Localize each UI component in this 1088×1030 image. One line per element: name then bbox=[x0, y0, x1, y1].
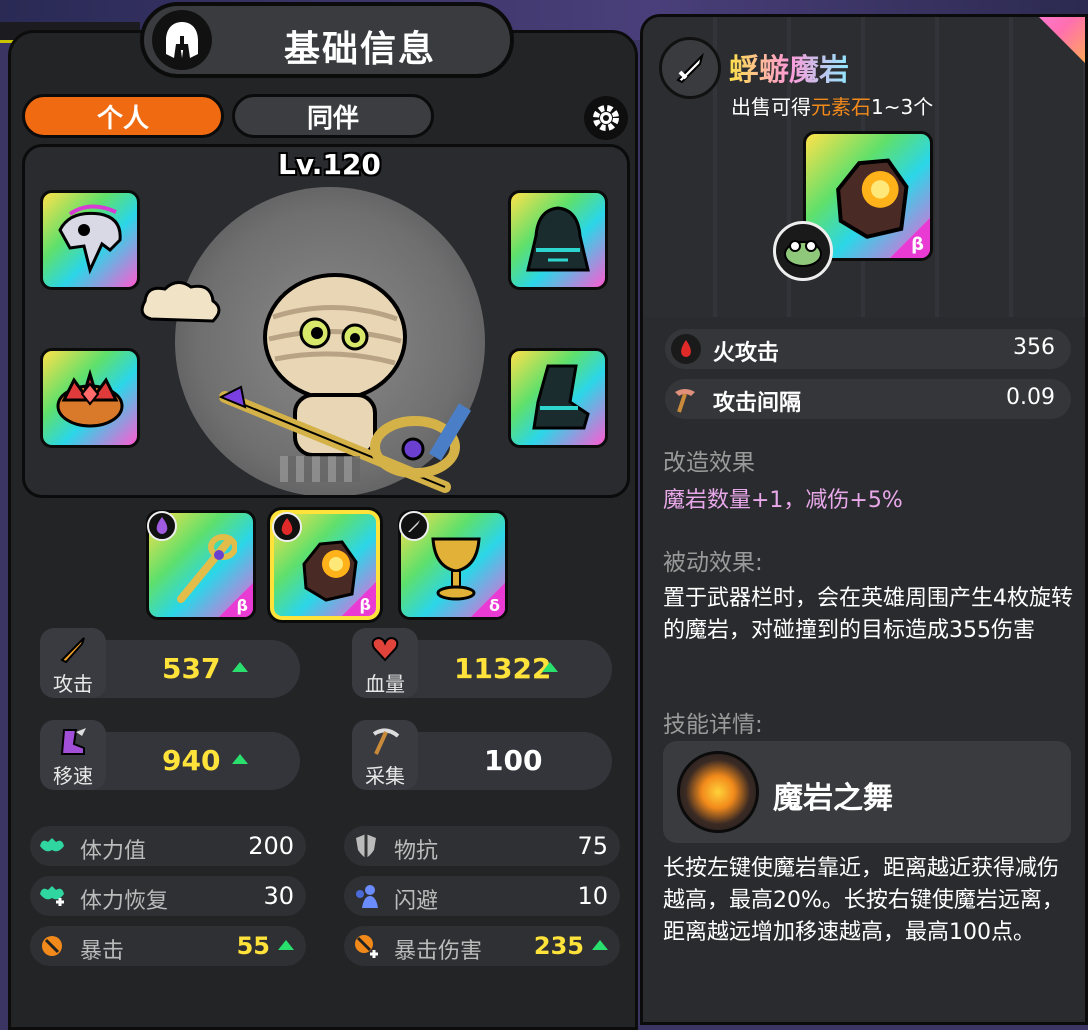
helmet-icon bbox=[152, 10, 212, 70]
sell-info: 出售可得元素石1~3个 bbox=[731, 95, 934, 119]
equip-slot-armor[interactable] bbox=[508, 190, 608, 290]
attr-value: 0.09 bbox=[1006, 385, 1055, 410]
stat-value: 537 bbox=[162, 652, 221, 685]
stat-value: 11322 bbox=[454, 652, 552, 685]
skill-name: 魔岩之舞 bbox=[773, 781, 893, 816]
boot-icon bbox=[532, 364, 590, 430]
increase-arrow-icon bbox=[278, 940, 294, 950]
increase-arrow-icon bbox=[232, 754, 248, 764]
shield-icon bbox=[356, 834, 376, 858]
magma-rock-icon bbox=[302, 540, 358, 602]
sword-icon bbox=[60, 637, 85, 664]
stat-value: 940 bbox=[162, 744, 221, 777]
item-name: 蜉蝣魔岩 bbox=[729, 45, 849, 89]
hammer-icon bbox=[671, 384, 701, 414]
increase-arrow-icon bbox=[232, 662, 248, 672]
stat-crit: 暴击 55 bbox=[30, 926, 306, 966]
stat-stamina: 体力值 200 bbox=[30, 826, 306, 866]
panel-title-bar: 基础信息 bbox=[140, 2, 514, 78]
crit-damage-icon bbox=[355, 935, 378, 958]
magma-dance-skill-icon bbox=[677, 751, 759, 833]
equip-slot-helmet[interactable] bbox=[40, 190, 140, 290]
increase-arrow-icon bbox=[542, 662, 558, 672]
stat-label: 采集 bbox=[365, 764, 405, 788]
attr-attack-interval: 攻击间隔 0.09 bbox=[665, 379, 1071, 419]
skill-card[interactable]: 魔岩之舞 bbox=[663, 741, 1071, 843]
crown-icon bbox=[56, 368, 124, 428]
stat-label: 体力值 bbox=[80, 839, 147, 864]
fire-drop-icon bbox=[671, 334, 701, 364]
stat-value: 30 bbox=[263, 882, 294, 910]
stat-value: 200 bbox=[248, 832, 294, 860]
tab-partner[interactable]: 同伴 bbox=[232, 94, 434, 138]
passive-effect-heading: 被动效果: bbox=[663, 550, 763, 576]
pickaxe-icon bbox=[372, 728, 400, 755]
skill-details-heading: 技能详情: bbox=[663, 712, 763, 738]
frog-pet-icon bbox=[773, 221, 833, 281]
ankh-staff-icon bbox=[177, 534, 237, 603]
cloud-pet-icon bbox=[140, 281, 221, 323]
skull-mask-icon bbox=[58, 204, 122, 275]
attr-value: 356 bbox=[1013, 335, 1055, 360]
stat-attack: 攻击 537 bbox=[40, 628, 300, 698]
stat-label: 攻击 bbox=[53, 672, 93, 696]
stat-label: 暴击伤害 bbox=[394, 939, 483, 964]
heart-icon bbox=[371, 636, 399, 662]
equip-slot-boots[interactable] bbox=[508, 348, 608, 448]
increase-arrow-icon bbox=[592, 940, 608, 950]
stamina-regen-icon bbox=[40, 886, 64, 906]
item-detail-panel: 蜉蝣魔岩 出售可得元素石1~3个 β 火攻击 356 攻击间隔 0.09 改造效… bbox=[640, 14, 1088, 1025]
mod-effect-heading: 改造效果 bbox=[663, 450, 755, 476]
attr-label: 火攻击 bbox=[713, 341, 780, 366]
attr-label: 攻击间隔 bbox=[713, 391, 802, 416]
attr-fire-attack: 火攻击 356 bbox=[665, 329, 1071, 369]
stat-stamina-regen: 体力恢复 30 bbox=[30, 876, 306, 916]
stat-hp: 血量 11322 bbox=[352, 628, 612, 698]
stat-value: 235 bbox=[533, 932, 584, 960]
blurred-name bbox=[280, 456, 360, 482]
stat-value: 75 bbox=[577, 832, 608, 860]
passive-effect-text: 置于武器栏时，会在英雄周围产生4枚旋转的魔岩，对碰撞到的目标造成355伤害 bbox=[663, 586, 1073, 643]
weapon-type-sword-icon bbox=[659, 37, 721, 99]
stat-label: 暴击 bbox=[80, 939, 125, 964]
stat-label: 物抗 bbox=[394, 839, 439, 864]
equip-slot-crown[interactable] bbox=[40, 348, 140, 448]
hooded-cloak-icon bbox=[526, 206, 590, 272]
weapon-slot-2-selected[interactable]: β bbox=[270, 510, 380, 620]
weapon-slot-1[interactable]: β bbox=[146, 510, 256, 620]
stat-label: 体力恢复 bbox=[80, 889, 169, 914]
winged-boot-icon bbox=[60, 728, 86, 755]
crit-icon bbox=[42, 936, 62, 956]
stamina-icon bbox=[40, 838, 64, 852]
stat-label: 闪避 bbox=[394, 889, 439, 914]
tab-personal[interactable]: 个人 bbox=[22, 94, 224, 138]
dodge-icon bbox=[356, 885, 378, 908]
stat-value: 10 bbox=[577, 882, 608, 910]
skill-description: 长按左键使魔岩靠近，距离越近获得减伤越高，最高20%。长按右键使魔岩远离，距离越… bbox=[663, 856, 1064, 945]
stat-label: 移速 bbox=[53, 764, 93, 788]
weapon-slot-3[interactable]: δ bbox=[398, 510, 508, 620]
stat-value: 100 bbox=[484, 744, 543, 777]
mod-effect-text: 魔岩数量+1，减伤+5% bbox=[663, 488, 903, 513]
stat-crit-damage: 暴击伤害 235 bbox=[344, 926, 620, 966]
stat-speed: 移速 940 bbox=[40, 720, 300, 790]
stat-dodge: 闪避 10 bbox=[344, 876, 620, 916]
golden-chalice-icon bbox=[431, 537, 481, 601]
stat-value: 55 bbox=[236, 932, 270, 960]
hero-level: Lv.120 bbox=[278, 148, 381, 181]
page-title: 基础信息 bbox=[284, 29, 437, 70]
magma-rock-icon bbox=[836, 158, 909, 239]
stat-gather: 采集 100 bbox=[352, 720, 612, 790]
stat-phys-resist: 物抗 75 bbox=[344, 826, 620, 866]
gear-icon[interactable] bbox=[584, 96, 628, 140]
stat-label: 血量 bbox=[365, 672, 405, 696]
